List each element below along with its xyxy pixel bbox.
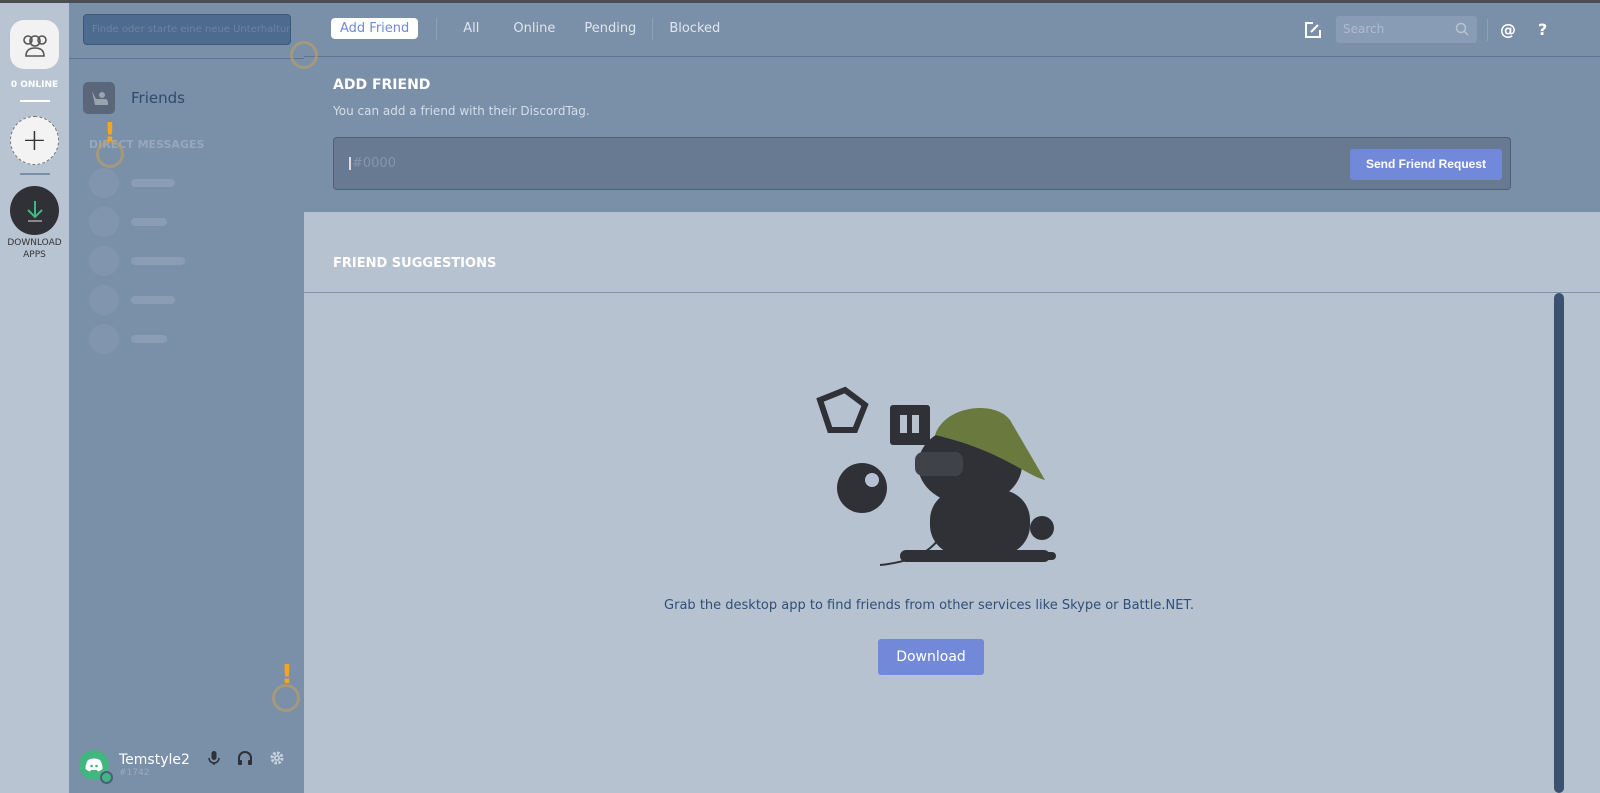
suggestions-message: Grab the desktop app to find friends fro…: [664, 598, 1194, 613]
download-apps-label: DOWNLOAD APPS: [0, 237, 69, 261]
search-icon: [1455, 22, 1469, 36]
discord-tag-placeholder: #0000: [352, 156, 396, 171]
dm-placeholder: [89, 168, 175, 198]
download-label-line1: DOWNLOAD: [7, 238, 62, 248]
microphone-icon[interactable]: [207, 750, 221, 766]
discord-logo-icon: [85, 758, 103, 771]
toolbar: Search @ ?: [1304, 16, 1547, 43]
rail-divider: [20, 100, 50, 102]
tab-add-friend[interactable]: Add Friend: [331, 18, 419, 39]
tab-pending[interactable]: Pending: [584, 17, 636, 40]
divider: [69, 58, 304, 59]
tab-blocked[interactable]: Blocked: [669, 17, 720, 40]
friends-tabs: Add Friend All Online Pending Blocked: [331, 17, 720, 40]
rail-divider: [20, 173, 50, 175]
dm-placeholder: [89, 324, 167, 354]
download-label-line2: APPS: [23, 250, 46, 260]
gamer-illustration: [816, 386, 1056, 566]
send-friend-request-button[interactable]: Send Friend Request: [1349, 149, 1502, 180]
server-rail: 0 ONLINE + DOWNLOAD APPS: [0, 3, 69, 793]
search-placeholder: Search: [1343, 22, 1385, 36]
dm-placeholder: [89, 285, 175, 315]
conversation-search-input[interactable]: Finde oder starte eine neue Unterhaltung: [83, 14, 291, 45]
scrollbar[interactable]: [1554, 293, 1564, 793]
warning-icon: !: [104, 118, 116, 148]
settings-gear-icon[interactable]: [269, 750, 285, 766]
text-caret: [349, 157, 351, 170]
username: Temstyle2: [119, 751, 190, 768]
add-friend-title: ADD FRIEND: [333, 77, 431, 93]
help-icon[interactable]: ?: [1538, 20, 1547, 39]
new-dm-icon[interactable]: [1304, 21, 1322, 39]
friends-icon: [22, 34, 47, 57]
user-tag: #1742: [119, 767, 150, 778]
add-friend-subtitle: You can add a friend with their DiscordT…: [333, 104, 590, 118]
online-status-dot: [100, 770, 113, 784]
friends-label: Friends: [131, 89, 185, 107]
user-panel: Temstyle2 #1742: [69, 736, 304, 793]
add-server-button[interactable]: +: [10, 116, 59, 165]
plus-icon: +: [21, 123, 48, 158]
notification-ring: [290, 41, 318, 69]
divider: [304, 56, 1600, 57]
online-count: 0 ONLINE: [10, 80, 59, 90]
tab-online[interactable]: Online: [513, 17, 555, 40]
search-input[interactable]: Search: [1336, 16, 1477, 43]
add-friend-panel: Add Friend All Online Pending Blocked Se…: [304, 3, 1600, 212]
tab-all[interactable]: All: [463, 17, 479, 40]
avatar[interactable]: [79, 749, 113, 784]
headphones-icon[interactable]: [237, 750, 253, 766]
sidebar-item-friends[interactable]: Friends: [77, 78, 297, 118]
friends-home-button[interactable]: [10, 20, 59, 69]
download-apps-button[interactable]: [10, 186, 59, 235]
divider: [304, 292, 1600, 293]
friends-wave-icon: [83, 82, 115, 114]
warning-icon: !: [281, 660, 293, 690]
discord-tag-input[interactable]: #0000 Send Friend Request: [333, 137, 1511, 190]
divider: [436, 17, 438, 40]
mentions-icon[interactable]: @: [1500, 20, 1516, 39]
friend-suggestions-title: FRIEND SUGGESTIONS: [333, 256, 497, 271]
dm-placeholder: [89, 207, 167, 237]
dm-placeholder: [89, 246, 185, 276]
download-button[interactable]: Download: [878, 639, 984, 675]
divider: [652, 17, 654, 40]
divider: [1487, 18, 1488, 41]
download-icon: [26, 200, 43, 222]
